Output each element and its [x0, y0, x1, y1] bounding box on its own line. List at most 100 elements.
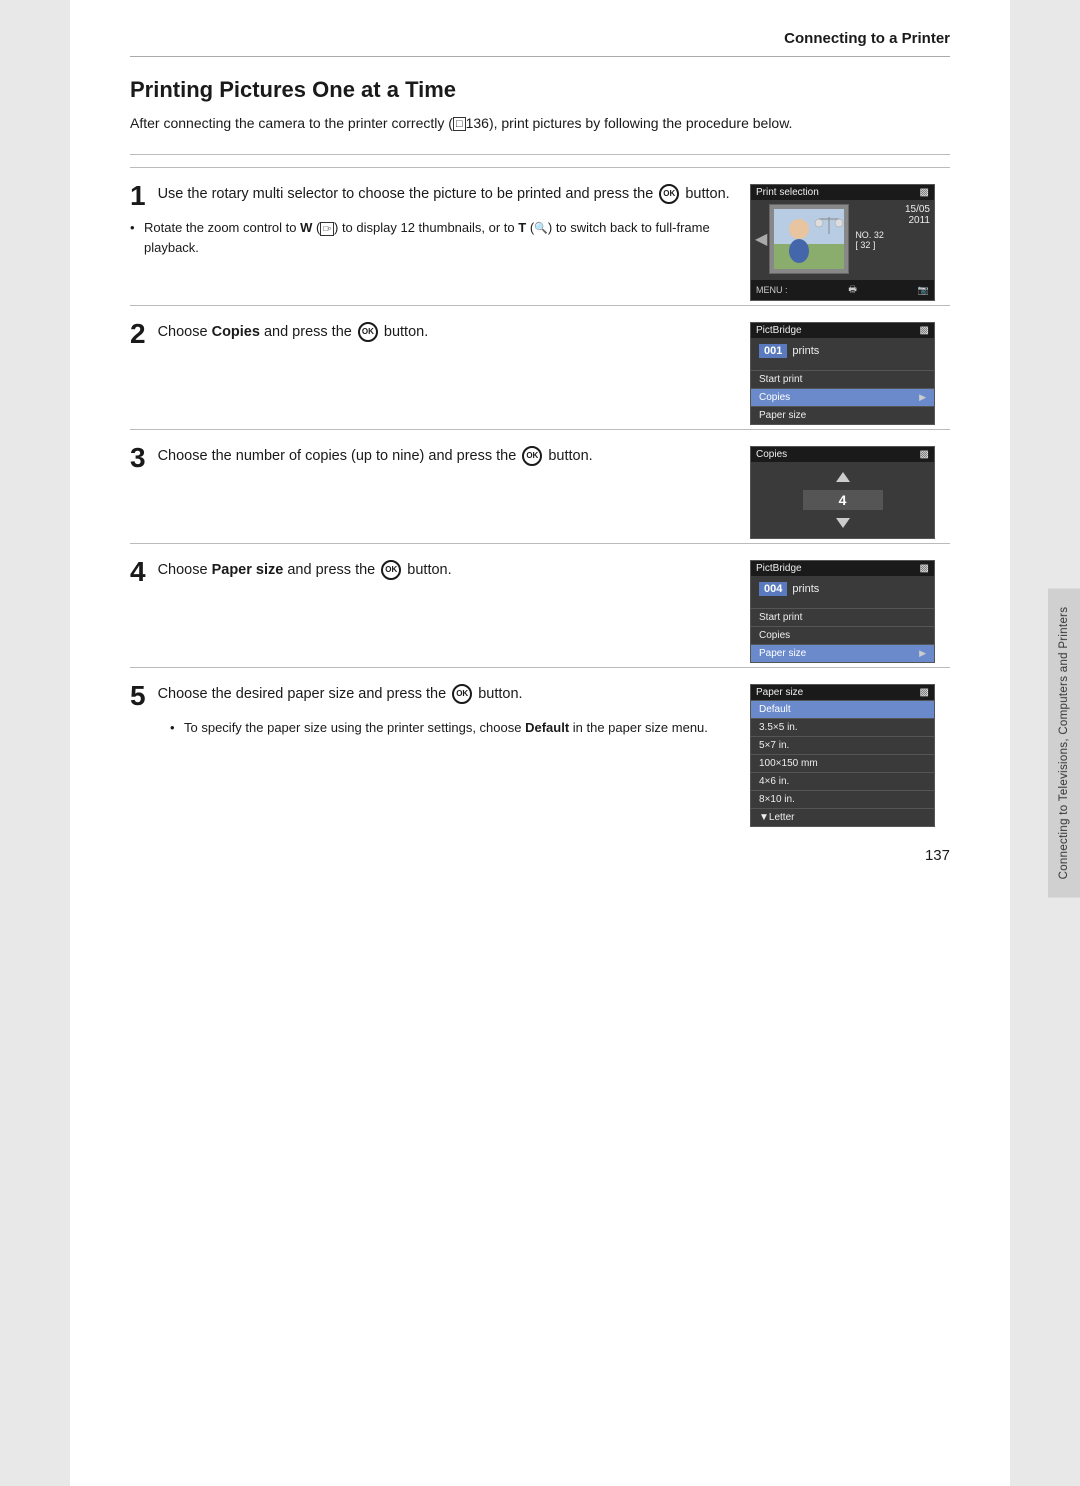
step-1-bullets: Rotate the zoom control to W (□▫) to dis…	[130, 218, 730, 257]
paper-3x5: 3.5×5 in.	[751, 718, 934, 736]
prints-value: 001	[759, 344, 787, 358]
step-1-screen: Print selection ▩ ◀	[750, 184, 950, 301]
screen3-title: Copies	[756, 449, 787, 460]
header-title: Connecting to a Printer	[784, 30, 950, 47]
step-5-left: 5 Choose the desired paper size and pres…	[130, 684, 750, 738]
menu-start-print: Start print	[751, 370, 934, 388]
screen5-title: Paper size	[756, 687, 803, 698]
screen1-no: NO. 32 [ 32 ]	[855, 230, 930, 250]
screen5-header: Paper size ▩	[751, 685, 934, 700]
step-4-row: 4 Choose Paper size and press the OK but…	[130, 560, 950, 663]
step-5-number: 5	[130, 684, 146, 710]
menu-copies-selected: Copies ▶	[751, 388, 934, 406]
ok-button-icon-2: OK	[358, 322, 378, 342]
step-3-section: 3 Choose the number of copies (up to nin…	[130, 429, 950, 539]
paper-size-screen: Paper size ▩ Default 3.5×5 in. 5×7 in. 1…	[750, 684, 935, 827]
copies-value: 4	[803, 490, 883, 510]
paper-4x6: 4×6 in.	[751, 772, 934, 790]
paper-100x150: 100×150 mm	[751, 754, 934, 772]
pictbridge-paper-screen: PictBridge ▩ 004 prints Start print Copi…	[750, 560, 935, 663]
screen2-title: PictBridge	[756, 325, 802, 336]
screen1-svg	[774, 209, 844, 269]
copies-number-screen: Copies ▩ 4	[750, 446, 935, 539]
copies-arrow-icon: ▶	[919, 392, 926, 403]
print-selection-screen: Print selection ▩ ◀	[750, 184, 935, 301]
screen4-prints-value: 004	[759, 582, 787, 596]
step-1-bullet-1: Rotate the zoom control to W (□▫) to dis…	[130, 218, 730, 257]
screen2-icon: ▩	[920, 325, 929, 336]
screen1-date: 15/052011	[855, 204, 930, 226]
step-2-screen: PictBridge ▩ 001 prints Start print Copi…	[750, 322, 950, 425]
step-4-left: 4 Choose Paper size and press the OK but…	[130, 560, 750, 586]
screen3-header: Copies ▩	[751, 447, 934, 462]
step-5-bullet-1: To specify the paper size using the prin…	[170, 718, 730, 738]
screen1-body: ◀	[751, 200, 934, 278]
step-1-left: 1 Use the rotary multi selector to choos…	[130, 184, 750, 257]
page-header: Connecting to a Printer	[130, 30, 950, 57]
step-3-text: 3 Choose the number of copies (up to nin…	[130, 446, 730, 472]
step-4-section: 4 Choose Paper size and press the OK but…	[130, 543, 950, 663]
screen1-footer: MENU : 🖶 📷	[751, 280, 934, 300]
step-1-row: 1 Use the rotary multi selector to choos…	[130, 184, 950, 301]
screen4-prints-label: prints	[792, 583, 819, 595]
step-4-text: 4 Choose Paper size and press the OK but…	[130, 560, 730, 586]
step-2-row: 2 Choose Copies and press the OK button.…	[130, 322, 950, 425]
ok-button-icon-1: OK	[659, 184, 679, 204]
step-1-text: 1 Use the rotary multi selector to choos…	[130, 184, 730, 210]
screen3-body: 4	[751, 462, 934, 538]
page-container: Connecting to a Printer Printing Picture…	[70, 0, 1010, 1486]
step-3-screen: Copies ▩ 4	[750, 446, 950, 539]
page-main-title: Printing Pictures One at a Time	[130, 77, 950, 103]
step-5-screen: Paper size ▩ Default 3.5×5 in. 5×7 in. 1…	[750, 684, 950, 827]
screen1-icon: ▩	[920, 187, 929, 198]
step-1-number: 1	[130, 184, 146, 210]
step-4-number: 4	[130, 560, 146, 586]
arrow-down-icon	[836, 518, 850, 528]
screen2-menu: Start print Copies ▶ Paper size	[751, 370, 934, 424]
step-2-section: 2 Choose Copies and press the OK button.…	[130, 305, 950, 425]
screen1-info: 15/052011 NO. 32 [ 32 ]	[855, 204, 930, 274]
step-5-bullets: To specify the paper size using the prin…	[170, 718, 730, 738]
screen5-icon: ▩	[920, 687, 929, 698]
screen1-title: Print selection	[756, 187, 819, 198]
ok-button-icon-5: OK	[452, 684, 472, 704]
step-3-number: 3	[130, 446, 146, 472]
step-2-number: 2	[130, 322, 146, 348]
screen4-paper-size-selected: Paper size ▶	[751, 644, 934, 662]
step-4-screen: PictBridge ▩ 004 prints Start print Copi…	[750, 560, 950, 663]
screen2-prints: 001 prints	[751, 338, 934, 364]
right-icon: 📷	[918, 285, 929, 296]
arrow-up-icon	[836, 472, 850, 482]
paper-5x7: 5×7 in.	[751, 736, 934, 754]
sidebar-label: Connecting to Televisions, Computers and…	[1048, 589, 1080, 898]
paper-default-selected: Default	[751, 700, 934, 718]
menu-paper-size: Paper size	[751, 406, 934, 424]
wide-icon: □▫	[320, 222, 334, 236]
screen4-title: PictBridge	[756, 563, 802, 574]
print-icon: 🖶	[848, 282, 857, 298]
step-3-row: 3 Choose the number of copies (up to nin…	[130, 446, 950, 539]
left-arrow-icon: ◀	[755, 229, 767, 249]
paper-letter: ▼Letter	[751, 808, 934, 826]
screen4-menu: Start print Copies Paper size ▶	[751, 608, 934, 662]
screen2-header: PictBridge ▩	[751, 323, 934, 338]
screen1-header: Print selection ▩	[751, 185, 934, 200]
screen4-prints: 004 prints	[751, 576, 934, 602]
ok-button-icon-3: OK	[522, 446, 542, 466]
screen4-copies: Copies	[751, 626, 934, 644]
step-1-section: 1 Use the rotary multi selector to choos…	[130, 167, 950, 301]
step-3-left: 3 Choose the number of copies (up to nin…	[130, 446, 750, 472]
intro-text: After connecting the camera to the print…	[130, 113, 950, 134]
screen4-header: PictBridge ▩	[751, 561, 934, 576]
step-2-text: 2 Choose Copies and press the OK button.	[130, 322, 730, 348]
menu-icon: MENU :	[756, 285, 788, 295]
step-2-left: 2 Choose Copies and press the OK button.	[130, 322, 750, 348]
paper-8x10: 8×10 in.	[751, 790, 934, 808]
step-5-row: 5 Choose the desired paper size and pres…	[130, 684, 950, 827]
page-number: 137	[130, 847, 950, 864]
step-5-section: 5 Choose the desired paper size and pres…	[130, 667, 950, 827]
screen1-image	[769, 204, 849, 274]
screen3-icon: ▩	[920, 449, 929, 460]
ok-button-icon-4: OK	[381, 560, 401, 580]
screen4-icon: ▩	[920, 563, 929, 574]
